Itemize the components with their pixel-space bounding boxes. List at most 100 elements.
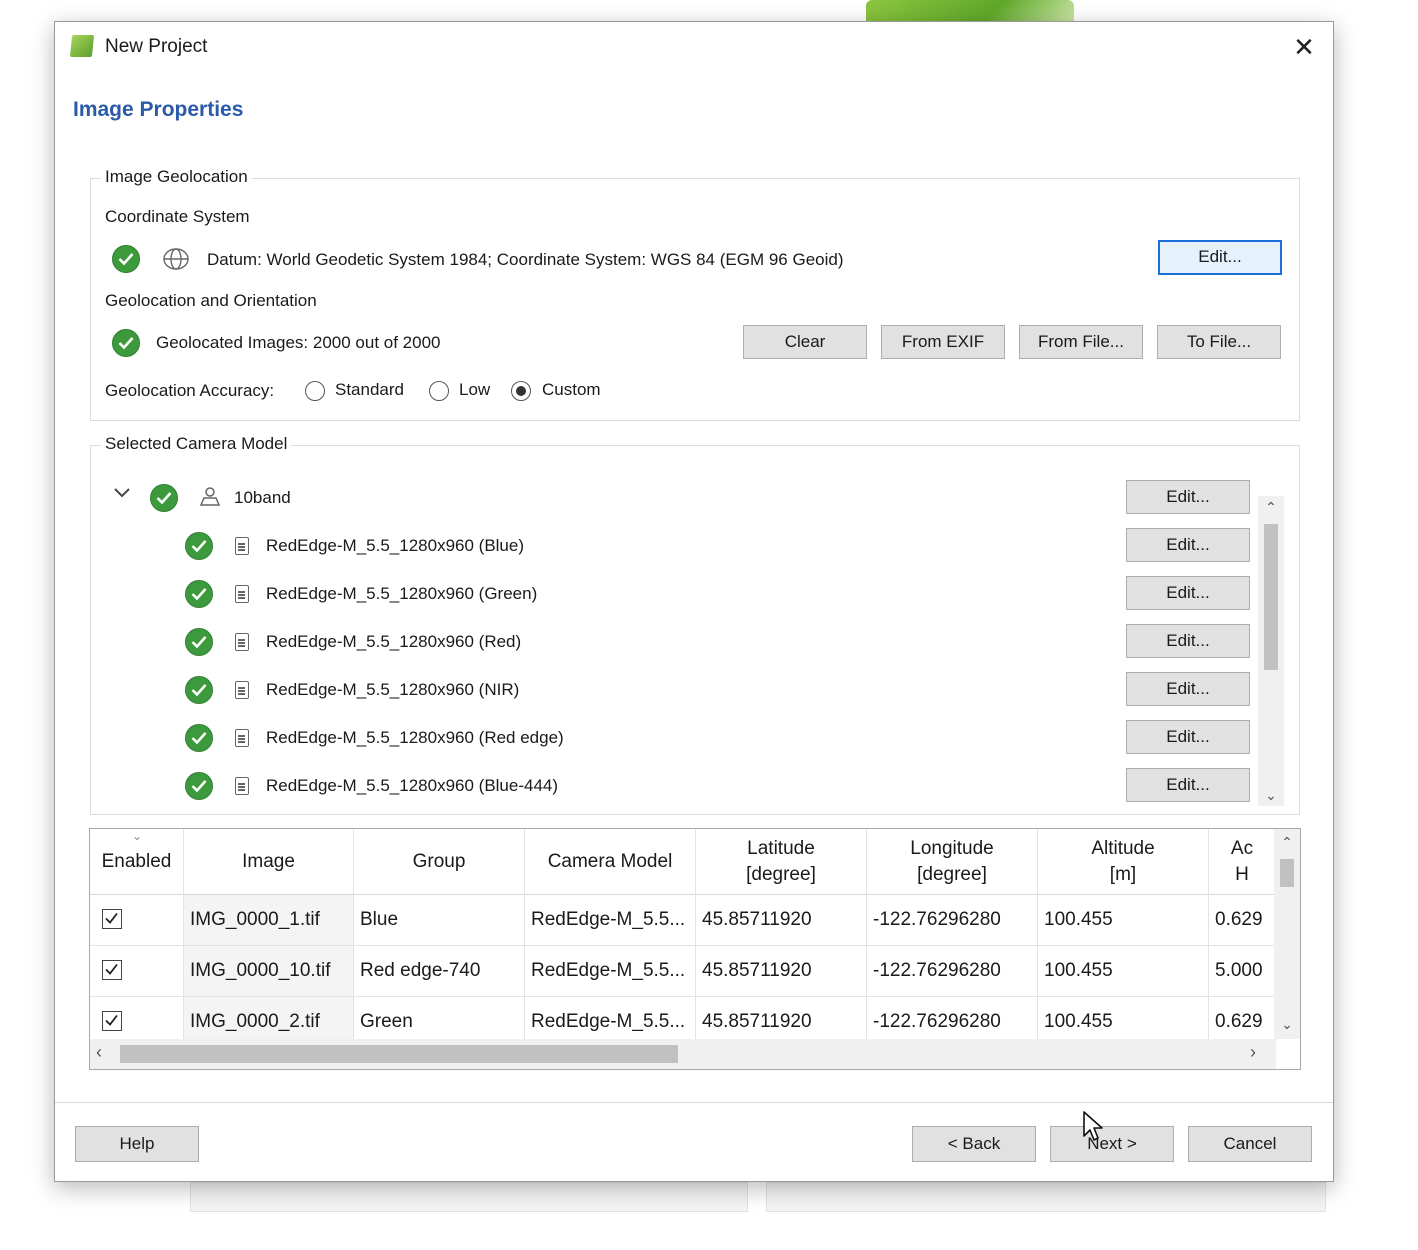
table-cell[interactable]: 0.629 [1209, 895, 1276, 946]
enabled-checkbox[interactable] [102, 909, 122, 929]
footer-divider [55, 1102, 1333, 1103]
camera-item-label: RedEdge-M_5.5_1280x960 (NIR) [266, 680, 520, 699]
column-header[interactable]: Altitude [m] [1038, 829, 1209, 895]
camera-item-label: RedEdge-M_5.5_1280x960 (Blue-444) [266, 776, 559, 795]
scroll-thumb[interactable] [1280, 859, 1294, 887]
table-cell[interactable]: Red edge-740 [354, 946, 525, 997]
edit-camera-item-button[interactable]: Edit... [1126, 768, 1250, 802]
camera-rig-icon [198, 485, 222, 514]
edit-camera-item-button[interactable]: Edit... [1126, 528, 1250, 562]
check-ok-icon [185, 724, 213, 752]
geolocated-images-text: Geolocated Images: 2000 out of 2000 [156, 333, 441, 352]
camera-model-group: Selected Camera Model 10band Edit... Red… [90, 434, 1300, 815]
enabled-checkbox[interactable] [102, 960, 122, 980]
radio-standard[interactable] [305, 381, 325, 401]
new-project-dialog: New Project ✕ Image Properties Image Geo… [54, 21, 1334, 1182]
table-cell[interactable]: 45.85711920 [696, 895, 867, 946]
table-cell-enabled[interactable] [90, 946, 184, 997]
group-title: Image Geolocation [101, 167, 252, 187]
check-ok-icon [185, 676, 213, 704]
table-cell[interactable]: 100.455 [1038, 946, 1209, 997]
table-cell[interactable]: RedEdge-M_5.5... [525, 895, 696, 946]
clear-button[interactable]: Clear [743, 325, 867, 359]
document-icon [235, 729, 249, 747]
from-file-button[interactable]: From File... [1019, 325, 1143, 359]
column-header[interactable]: Ac H [1209, 829, 1276, 895]
scroll-up-icon[interactable]: ⌃ [1258, 496, 1284, 518]
scroll-down-icon[interactable]: ⌄ [1274, 1013, 1300, 1035]
enabled-checkbox[interactable] [102, 1011, 122, 1031]
scroll-left-icon[interactable]: ‹ [96, 1042, 102, 1063]
page-title: Image Properties [73, 98, 244, 121]
edit-camera-button[interactable]: Edit... [1126, 480, 1250, 514]
tree-item-row[interactable]: RedEdge-M_5.5_1280x960 (Green) Edit... [91, 572, 1250, 618]
background-panel [190, 1182, 748, 1212]
scroll-down-icon[interactable]: ⌄ [1258, 784, 1284, 806]
edit-camera-item-button[interactable]: Edit... [1126, 624, 1250, 658]
table-cell[interactable]: -122.76296280 [867, 946, 1038, 997]
check-ok-icon [185, 628, 213, 656]
column-header[interactable]: Image [184, 829, 354, 895]
radio-standard-label: Standard [335, 380, 404, 399]
edit-camera-item-button[interactable]: Edit... [1126, 576, 1250, 610]
table-cell[interactable]: IMG_0000_10.tif [184, 946, 354, 997]
check-ok-icon [185, 580, 213, 608]
scroll-right-icon[interactable]: › [1250, 1042, 1256, 1063]
column-header[interactable]: Longitude [degree] [867, 829, 1038, 895]
table-horizontal-scrollbar[interactable]: ‹ › [90, 1039, 1276, 1069]
column-header[interactable]: Camera Model [525, 829, 696, 895]
tree-root-row[interactable]: 10band Edit... [91, 476, 1250, 522]
globe-icon [162, 247, 190, 276]
radio-low-label: Low [459, 380, 491, 399]
coordinate-system-label: Coordinate System [105, 207, 250, 226]
camera-root-label: 10band [234, 488, 291, 507]
scroll-up-icon[interactable]: ⌃ [1274, 831, 1300, 853]
tree-item-row[interactable]: RedEdge-M_5.5_1280x960 (Red edge) Edit..… [91, 716, 1250, 762]
table-cell[interactable]: -122.76296280 [867, 895, 1038, 946]
edit-camera-item-button[interactable]: Edit... [1126, 720, 1250, 754]
document-icon [235, 681, 249, 699]
to-file-button[interactable]: To File... [1157, 325, 1281, 359]
tree-item-row[interactable]: RedEdge-M_5.5_1280x960 (Red) Edit... [91, 620, 1250, 666]
scroll-thumb[interactable] [1264, 524, 1278, 670]
window-title: New Project [105, 36, 208, 57]
document-icon [235, 537, 249, 555]
cancel-button[interactable]: Cancel [1188, 1126, 1312, 1162]
document-icon [235, 633, 249, 651]
next-button[interactable]: Next > [1050, 1126, 1174, 1162]
table-cell[interactable]: 5.000 [1209, 946, 1276, 997]
close-icon[interactable]: ✕ [1289, 32, 1319, 62]
table-cell[interactable]: IMG_0000_1.tif [184, 895, 354, 946]
column-header[interactable]: Latitude [degree] [696, 829, 867, 895]
camera-item-label: RedEdge-M_5.5_1280x960 (Red edge) [266, 728, 564, 747]
table-cell[interactable]: 45.85711920 [696, 946, 867, 997]
column-header[interactable]: Group [354, 829, 525, 895]
accuracy-label: Geolocation Accuracy: [105, 381, 275, 400]
edit-camera-item-button[interactable]: Edit... [1126, 672, 1250, 706]
table-vertical-scrollbar[interactable]: ⌃ ⌄ [1274, 829, 1300, 1039]
column-header[interactable]: Enabled [90, 829, 184, 895]
document-icon [235, 585, 249, 603]
help-button[interactable]: Help [75, 1126, 199, 1162]
tree-item-row[interactable]: RedEdge-M_5.5_1280x960 (Blue-444) Edit..… [91, 764, 1250, 810]
back-button[interactable]: < Back [912, 1126, 1036, 1162]
app-icon [69, 35, 95, 57]
table-cell[interactable]: Blue [354, 895, 525, 946]
document-icon [235, 777, 249, 795]
tree-item-row[interactable]: RedEdge-M_5.5_1280x960 (Blue) Edit... [91, 524, 1250, 570]
chevron-down-icon[interactable] [113, 486, 131, 504]
camera-list-scrollbar[interactable]: ⌃ ⌄ [1258, 496, 1284, 806]
table-cell[interactable]: 100.455 [1038, 895, 1209, 946]
radio-low[interactable] [429, 381, 449, 401]
edit-coordinate-system-button[interactable]: Edit... [1158, 240, 1282, 275]
radio-custom[interactable] [511, 381, 531, 401]
radio-custom-label: Custom [542, 380, 601, 399]
camera-item-label: RedEdge-M_5.5_1280x960 (Blue) [266, 536, 525, 555]
group-title: Selected Camera Model [101, 434, 292, 454]
scroll-thumb[interactable] [120, 1045, 678, 1063]
check-ok-icon [150, 484, 178, 512]
from-exif-button[interactable]: From EXIF [881, 325, 1005, 359]
tree-item-row[interactable]: RedEdge-M_5.5_1280x960 (NIR) Edit... [91, 668, 1250, 714]
table-cell-enabled[interactable] [90, 895, 184, 946]
table-cell[interactable]: RedEdge-M_5.5... [525, 946, 696, 997]
